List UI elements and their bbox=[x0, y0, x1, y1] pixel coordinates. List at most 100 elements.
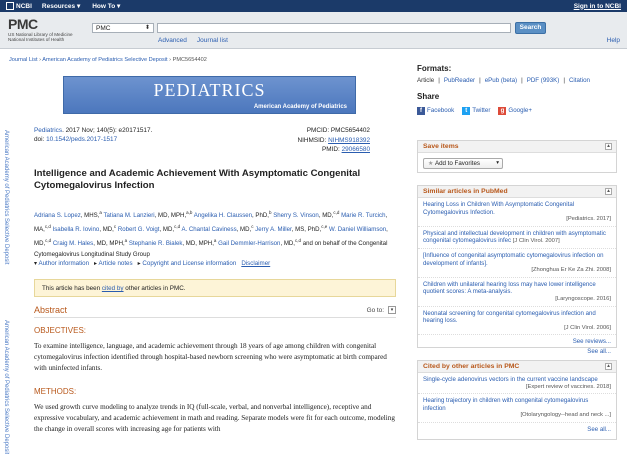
similar-article-title[interactable]: Children with unilateral hearing loss ma… bbox=[423, 281, 596, 296]
side-vertical-text-2[interactable]: American Academy of Pediatrics Selective… bbox=[3, 320, 9, 454]
logo-subtitle-2: National Institutes of Health bbox=[8, 37, 65, 42]
author-link[interactable]: Sherry S. Vinson bbox=[273, 212, 319, 219]
cited-article-title[interactable]: Hearing trajectory in children with cong… bbox=[423, 397, 588, 412]
advanced-link[interactable]: Advanced bbox=[158, 37, 187, 44]
collapse-icon[interactable]: ▴ bbox=[605, 188, 612, 195]
cited-notice-text-end: other articles in PMC. bbox=[123, 285, 186, 292]
collapse-icon[interactable]: ▴ bbox=[605, 143, 612, 150]
format-pubreader-link[interactable]: PubReader bbox=[444, 77, 475, 84]
save-items-title: Save items bbox=[423, 143, 459, 150]
similar-articles-panel: Similar articles in PubMed ▴ Hearing Loss… bbox=[417, 185, 617, 355]
help-link[interactable]: Help bbox=[607, 37, 620, 44]
nihmsid-link[interactable]: NIHMS918392 bbox=[328, 137, 370, 144]
database-select[interactable]: PMC ⬍ bbox=[92, 23, 154, 33]
author-link[interactable]: Craig M. Hales bbox=[53, 240, 93, 247]
journal-banner[interactable]: PEDIATRICS American Academy of Pediatric… bbox=[63, 76, 356, 114]
howto-menu[interactable]: How To ▾ bbox=[92, 2, 120, 10]
sign-in-link[interactable]: Sign in to NCBI bbox=[574, 3, 621, 10]
article-info-link[interactable]: ▾ Author information bbox=[34, 260, 89, 267]
search-bar: PMC US National Library of Medicine Nati… bbox=[0, 12, 627, 49]
format-sep: | bbox=[438, 77, 440, 84]
twitter-link[interactable]: Twitter bbox=[472, 107, 490, 114]
share-google[interactable]: g Google+ bbox=[498, 107, 532, 115]
star-icon: ★ bbox=[428, 160, 434, 167]
similar-article-item[interactable]: Physical and intellectual development in… bbox=[418, 227, 616, 249]
goto-dropdown-icon[interactable]: ▾ bbox=[388, 306, 396, 314]
goto-label[interactable]: Go to: bbox=[367, 307, 384, 314]
author-link[interactable]: Angelika H. Claussen bbox=[194, 212, 252, 219]
breadcrumb-journal-list[interactable]: Journal List bbox=[9, 57, 38, 63]
share-facebook[interactable]: f Facebook bbox=[417, 107, 454, 115]
ncbi-logo[interactable]: NCBI bbox=[6, 2, 32, 10]
author-link[interactable]: Gail Demmler-Harrison bbox=[218, 240, 280, 247]
abstract-heading: Abstract bbox=[34, 305, 68, 315]
article-info-link[interactable]: ▸ Copyright and License information bbox=[138, 260, 237, 267]
save-items-header[interactable]: Save items ▴ bbox=[418, 141, 616, 153]
author-link[interactable]: Jerry A. Miller bbox=[255, 226, 292, 233]
author-link[interactable]: Robert G. Voigt bbox=[118, 226, 160, 233]
format-epub-link[interactable]: ePub (beta) bbox=[485, 77, 517, 84]
similar-article-item[interactable]: Children with unilateral hearing loss ma… bbox=[418, 278, 616, 307]
doi-link[interactable]: 10.1542/peds.2017-1517 bbox=[46, 136, 117, 143]
author-link[interactable]: Stephanie R. Bialek bbox=[129, 240, 183, 247]
journal-subtitle: American Academy of Pediatrics bbox=[253, 104, 347, 110]
facebook-link[interactable]: Facebook bbox=[427, 107, 454, 114]
author-information-link[interactable]: Author information bbox=[38, 260, 89, 267]
similar-article-item[interactable]: Neonatal screening for congenital cytome… bbox=[418, 307, 616, 336]
cited-by-link[interactable]: cited by bbox=[102, 285, 124, 292]
disclaimer-link[interactable]: Disclaimer bbox=[241, 260, 270, 267]
google-plus-link[interactable]: Google+ bbox=[508, 107, 532, 114]
format-sep: | bbox=[479, 77, 481, 84]
copyright-link[interactable]: Copyright and License information bbox=[142, 260, 236, 267]
journal-list-link[interactable]: Journal list bbox=[197, 37, 228, 44]
article-info-link[interactable]: ▸ Article notes bbox=[94, 260, 133, 267]
format-citation-link[interactable]: Citation bbox=[569, 77, 590, 84]
author-link[interactable]: A. Chantal Caviness bbox=[181, 226, 236, 233]
share-twitter[interactable]: t Twitter bbox=[462, 107, 490, 115]
cited-article-source: [Otolaryngology--head and neck ...] bbox=[520, 412, 611, 419]
cited-article-item[interactable]: Single-cycle adenovirus vectors in the c… bbox=[418, 373, 616, 395]
author-link[interactable]: Tatiana M. Lanzieri bbox=[104, 212, 155, 219]
cited-by-title: Cited by other articles in PMC bbox=[423, 363, 520, 370]
cited-by-header[interactable]: Cited by other articles in PMC ▴ bbox=[418, 361, 616, 373]
breadcrumb: Journal List › American Academy of Pedia… bbox=[9, 57, 207, 63]
author-link[interactable]: Adriana S. Lopez bbox=[34, 212, 81, 219]
author-list: Adriana S. Lopez, MHS,a Tatiana M. Lanzi… bbox=[34, 210, 388, 259]
collapse-icon[interactable]: ▴ bbox=[605, 363, 612, 370]
search-input[interactable] bbox=[157, 23, 511, 33]
search-button[interactable]: Search bbox=[515, 22, 546, 34]
see-all-link[interactable]: See all... bbox=[418, 348, 616, 358]
resources-menu[interactable]: Resources ▾ bbox=[42, 2, 80, 10]
author-link[interactable]: Marie R. Turcich bbox=[341, 212, 385, 219]
similar-article-item[interactable]: Hearing Loss in Children With Asymptomat… bbox=[418, 198, 616, 227]
search-sublinks: Advanced Journal list bbox=[158, 37, 228, 44]
similar-article-title[interactable]: [Influence of congenital asymptomatic cy… bbox=[423, 252, 604, 267]
similar-articles-header[interactable]: Similar articles in PubMed ▴ bbox=[418, 186, 616, 198]
citation-details: . 2017 Nov; 140(5): e20171517. bbox=[62, 127, 153, 134]
save-items-panel: Save items ▴ ★ Add to Favorites ▾ bbox=[417, 140, 617, 173]
share-links: f Facebook t Twitter g Google+ bbox=[417, 107, 617, 115]
see-reviews-link[interactable]: See reviews... bbox=[418, 335, 616, 348]
cited-article-item[interactable]: Hearing trajectory in children with cong… bbox=[418, 394, 616, 423]
cited-article-title[interactable]: Single-cycle adenovirus vectors in the c… bbox=[423, 376, 598, 383]
pmc-logo[interactable]: PMC US National Library of Medicine Nati… bbox=[8, 16, 98, 42]
similar-article-title[interactable]: Neonatal screening for congenital cytome… bbox=[423, 310, 596, 325]
pmc-logo-text: PMC bbox=[8, 16, 38, 32]
author-link[interactable]: W. Daniel Williamson bbox=[329, 226, 386, 233]
objectives-text: To examine intelligence, language, and a… bbox=[34, 342, 387, 372]
breadcrumb-journal[interactable]: American Academy of Pediatrics Selective… bbox=[42, 57, 167, 63]
article-notes-link[interactable]: Article notes bbox=[99, 260, 133, 267]
similar-article-item[interactable]: [Influence of congenital asymptomatic cy… bbox=[418, 249, 616, 278]
pmid-link[interactable]: 29066580 bbox=[342, 146, 370, 153]
similar-article-title[interactable]: Hearing Loss in Children With Asymptomat… bbox=[423, 201, 574, 216]
pmcid-label: PMCID: bbox=[306, 127, 331, 134]
journal-link[interactable]: Pediatrics bbox=[34, 127, 62, 134]
add-to-favorites-button[interactable]: ★ Add to Favorites ▾ bbox=[423, 158, 503, 169]
pmid-label: PMID: bbox=[322, 146, 342, 153]
author-link[interactable]: Isabella R. Iovino bbox=[53, 226, 100, 233]
see-all-cited-link[interactable]: See all... bbox=[418, 423, 616, 436]
side-vertical-text-1[interactable]: American Academy of Pediatrics Selective… bbox=[3, 130, 9, 264]
format-sep: | bbox=[563, 77, 565, 84]
similar-article-source: [J Clin Virol. 2007] bbox=[512, 238, 560, 245]
format-pdf-link[interactable]: PDF (993K) bbox=[527, 77, 560, 84]
